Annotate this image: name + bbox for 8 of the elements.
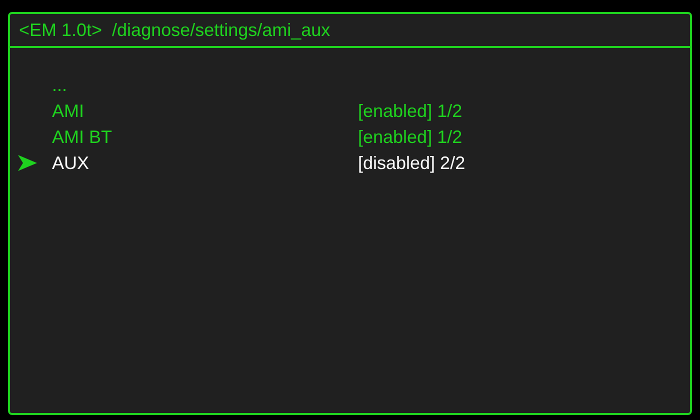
path-title: <EM 1.0t> /diagnose/settings/ami_aux	[19, 18, 330, 42]
menu-item[interactable]: ...	[52, 72, 358, 98]
setting-value: [enabled] 1/2	[358, 126, 462, 149]
menu-item[interactable]: AMI BT	[52, 124, 358, 150]
menu-item[interactable]: AUX	[52, 150, 358, 176]
setting-value: [disabled] 2/2	[358, 152, 466, 175]
setting-value: [enabled] 1/2	[358, 100, 462, 123]
menu-item[interactable]: AMI	[52, 98, 358, 124]
